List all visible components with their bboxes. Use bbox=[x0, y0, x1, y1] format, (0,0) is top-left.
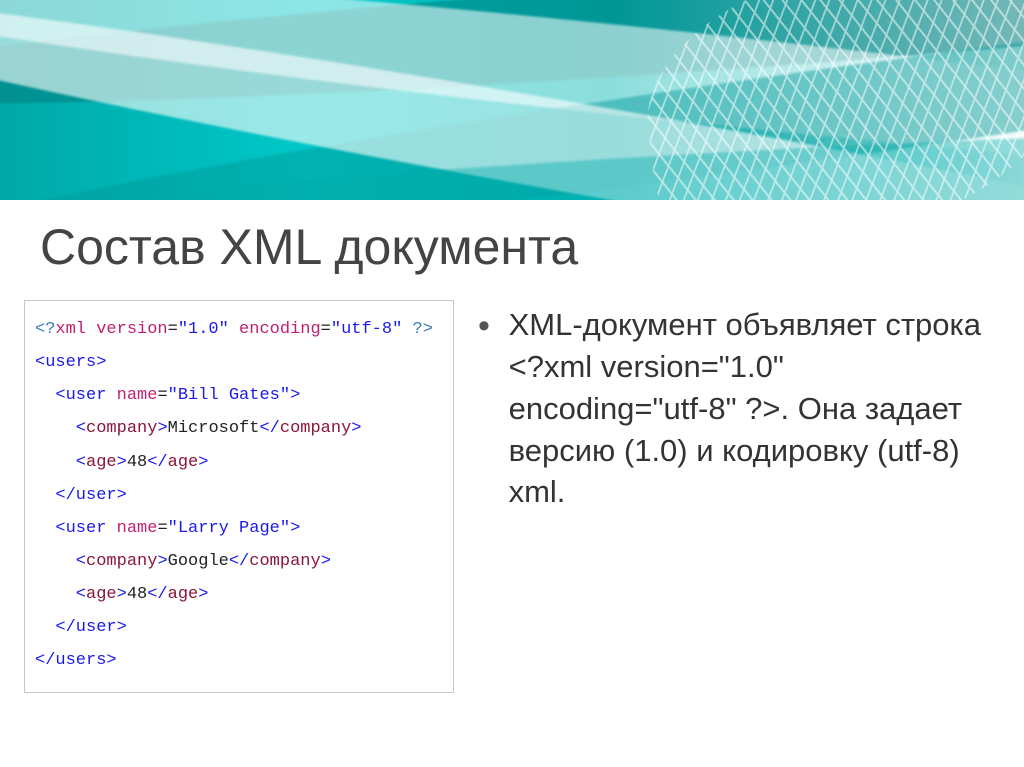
elname: age bbox=[168, 585, 199, 604]
xml-str: "utf-8" bbox=[331, 320, 402, 339]
angle: > bbox=[351, 419, 361, 438]
tag-company: < bbox=[35, 419, 86, 438]
xml-pi-close: ?> bbox=[402, 320, 433, 339]
text-content: 48 bbox=[127, 453, 147, 472]
angle: </ bbox=[259, 419, 279, 438]
angle: > bbox=[117, 453, 127, 472]
angle: > bbox=[157, 552, 167, 571]
eq: = bbox=[157, 386, 167, 405]
slide-title: Состав XML документа bbox=[0, 200, 1024, 300]
angle: </ bbox=[147, 585, 167, 604]
tag-user-close: </user> bbox=[35, 486, 127, 505]
attr-name: name bbox=[117, 519, 158, 538]
xml-code-example: <?xml version="1.0" encoding="utf-8" ?> … bbox=[24, 300, 454, 693]
angle: > bbox=[198, 453, 208, 472]
tag-user-close: </user> bbox=[35, 618, 127, 637]
angle: </ bbox=[147, 453, 167, 472]
bullet-text: XML-документ объявляет строка <?xml vers… bbox=[509, 304, 992, 513]
tag-company: < bbox=[35, 552, 86, 571]
tag-users-open: <users> bbox=[35, 353, 106, 372]
elname: company bbox=[249, 552, 320, 571]
angle: > bbox=[157, 419, 167, 438]
elname: age bbox=[86, 453, 117, 472]
angle: > bbox=[198, 585, 208, 604]
text-content: Microsoft bbox=[168, 419, 260, 438]
elname: company bbox=[280, 419, 351, 438]
eq: = bbox=[168, 320, 178, 339]
xml-pi-open: <? bbox=[35, 320, 55, 339]
attr-value: "Larry Page" bbox=[168, 519, 290, 538]
tag-age: < bbox=[35, 585, 86, 604]
eq: = bbox=[321, 320, 331, 339]
tag-age: < bbox=[35, 453, 86, 472]
bullet-item: XML-документ объявляет строка <?xml vers… bbox=[478, 304, 992, 513]
attr-value: "Bill Gates" bbox=[168, 386, 290, 405]
xml-attr: encoding bbox=[229, 320, 321, 339]
angle: </ bbox=[229, 552, 249, 571]
tag-user-open: <user bbox=[35, 386, 117, 405]
eq: = bbox=[157, 519, 167, 538]
bullet-list: XML-документ объявляет строка <?xml vers… bbox=[478, 300, 992, 693]
elname: company bbox=[86, 419, 157, 438]
tag-close-angle: > bbox=[290, 519, 300, 538]
tag-users-close: </users> bbox=[35, 651, 117, 670]
elname: age bbox=[86, 585, 117, 604]
xml-attr: xml version bbox=[55, 320, 167, 339]
text-content: 48 bbox=[127, 585, 147, 604]
angle: > bbox=[321, 552, 331, 571]
angle: > bbox=[117, 585, 127, 604]
tag-user-open: <user bbox=[35, 519, 117, 538]
xml-str: "1.0" bbox=[178, 320, 229, 339]
attr-name: name bbox=[117, 386, 158, 405]
text-content: Google bbox=[168, 552, 229, 571]
content-row: <?xml version="1.0" encoding="utf-8" ?> … bbox=[0, 300, 1024, 693]
elname: age bbox=[168, 453, 199, 472]
decorative-banner bbox=[0, 0, 1024, 200]
elname: company bbox=[86, 552, 157, 571]
tag-close-angle: > bbox=[290, 386, 300, 405]
